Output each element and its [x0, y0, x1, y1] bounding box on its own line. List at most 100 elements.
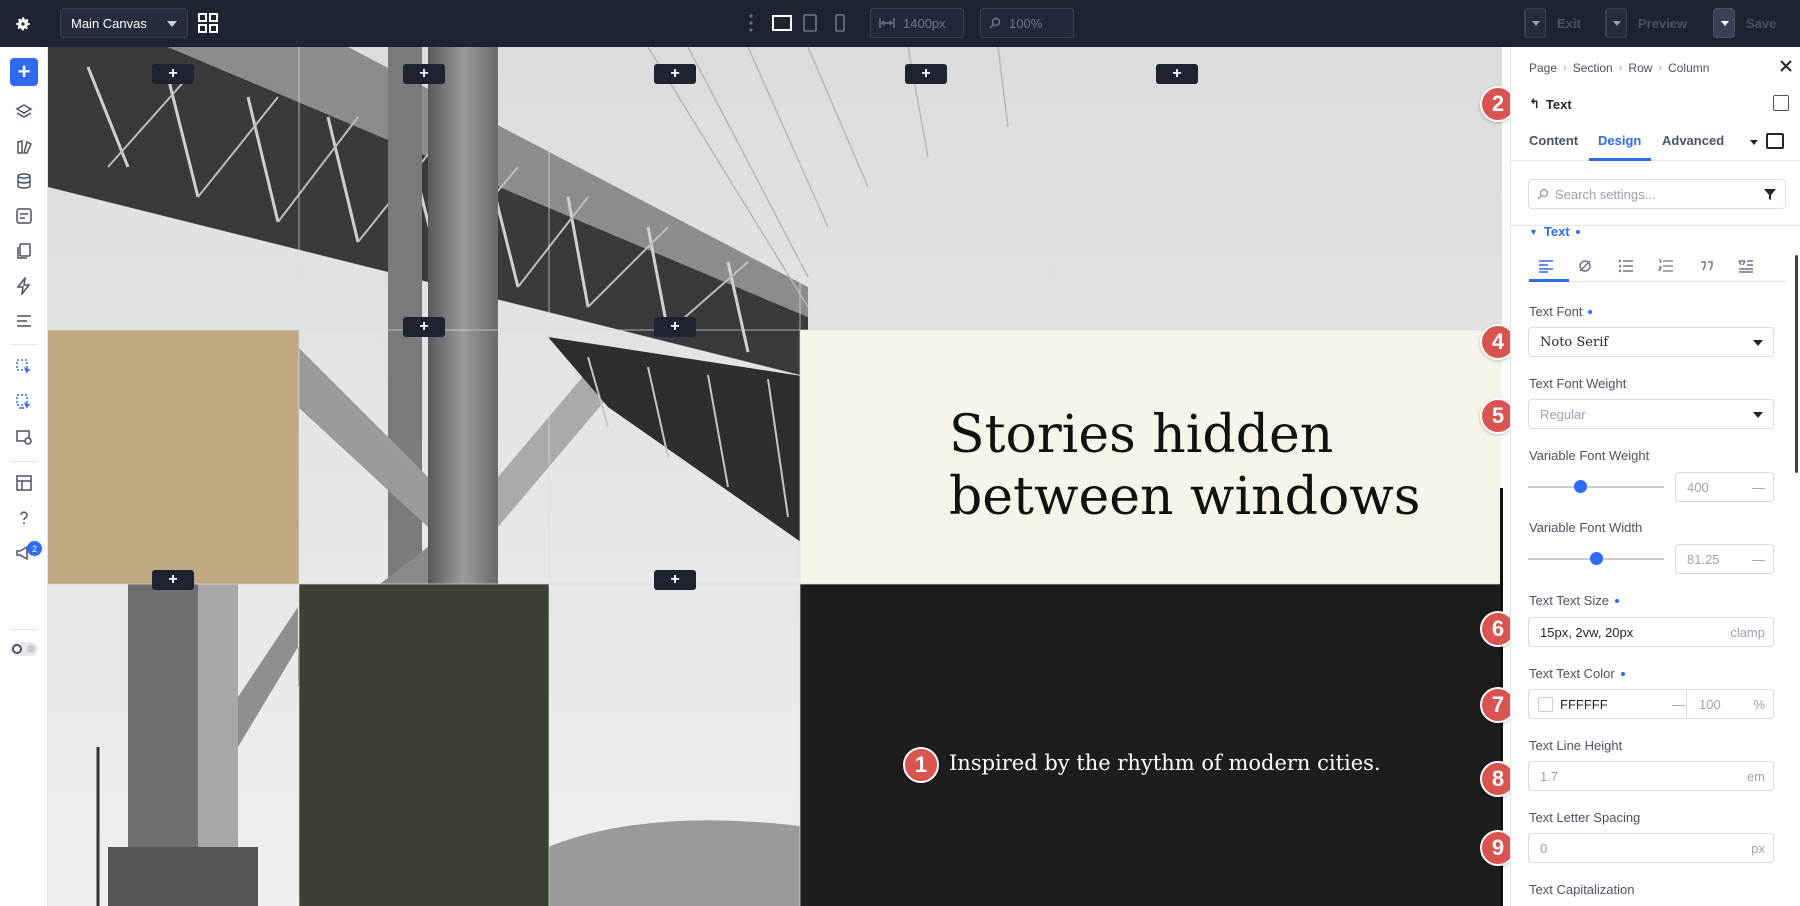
variable-weight-value: 400 — [1687, 479, 1709, 495]
color-opacity-value[interactable]: 100 — [1699, 697, 1721, 712]
field-label: Text Font Weight — [1529, 376, 1627, 391]
headline-text[interactable]: Stories hidden between windows — [949, 404, 1469, 528]
add-module-button[interactable]: + — [403, 64, 445, 84]
gear-icon[interactable] — [10, 11, 36, 37]
color-swatch[interactable] — [1538, 697, 1553, 712]
caret-down-icon: ▼ — [1529, 226, 1538, 237]
canvas-width-value: 1400px — [903, 15, 946, 31]
line-height-input[interactable]: 1.7 em — [1528, 761, 1774, 791]
color-opacity-unit: % — [1753, 697, 1765, 712]
bullet-list-icon[interactable] — [1612, 254, 1640, 278]
breadcrumb-item[interactable]: Row — [1628, 61, 1652, 75]
font-weight-select[interactable]: Regular — [1528, 399, 1774, 429]
add-module-button[interactable]: + — [654, 570, 696, 590]
toggle-knob — [12, 644, 22, 654]
text-group-header[interactable]: ▼ Text — [1529, 224, 1580, 239]
breadcrumb-item[interactable]: Page — [1529, 61, 1557, 75]
text-size-input[interactable]: 15px, 2vw, 20px clamp — [1528, 617, 1774, 647]
add-module-button[interactable]: + — [152, 64, 194, 84]
grid-icon[interactable] — [198, 13, 218, 33]
slider-thumb[interactable] — [1590, 552, 1603, 565]
tab-content[interactable]: Content — [1529, 133, 1578, 148]
chevron-down-icon[interactable] — [1750, 140, 1758, 145]
more-vertical-icon[interactable] — [748, 13, 754, 33]
body-text[interactable]: Inspired by the rhythm of modern cities. — [949, 751, 1381, 775]
chevron-right-icon: › — [1563, 62, 1567, 74]
active-subtab-indicator — [1529, 279, 1569, 282]
variable-width-label: Variable Font Width — [1529, 520, 1642, 535]
chevron-right-icon: › — [1618, 62, 1623, 74]
panel-options-icon[interactable] — [1773, 95, 1789, 111]
variable-width-input[interactable]: 81.25 — — [1675, 544, 1774, 574]
settings-tabs: Content Design Advanced — [1511, 125, 1800, 161]
text-size-unit[interactable]: clamp — [1730, 625, 1765, 640]
field-label: Variable Font Weight — [1529, 448, 1650, 463]
line-height-unit[interactable]: em — [1747, 769, 1765, 784]
unit-dash: — — [1752, 551, 1765, 567]
help-icon[interactable] — [12, 506, 36, 530]
zoom-field[interactable]: 100% — [980, 8, 1074, 38]
variable-width-slider[interactable] — [1528, 552, 1664, 565]
close-icon[interactable] — [1779, 59, 1793, 73]
canvas-width-field[interactable]: 1400px — [870, 8, 964, 38]
exit-dropdown-icon[interactable] — [1525, 9, 1545, 37]
add-module-button[interactable]: + — [654, 64, 696, 84]
responsive-icon[interactable] — [1766, 133, 1784, 149]
select-icon[interactable] — [12, 355, 36, 379]
settings-panel: Page › Section › Row › Column ↰ Text Con… — [1510, 47, 1800, 906]
text-color-input[interactable]: FFFFFF — 100 % — [1528, 689, 1774, 719]
breadcrumb-item[interactable]: Section — [1573, 61, 1613, 75]
lightning-icon[interactable] — [12, 274, 36, 298]
canvas-select[interactable]: Main Canvas — [60, 8, 188, 38]
quote-icon[interactable] — [1693, 254, 1721, 278]
exit-button[interactable]: Exit — [1524, 8, 1581, 38]
pages-icon[interactable] — [12, 239, 36, 263]
unit-dash: — — [1752, 479, 1765, 495]
preview-button[interactable]: Preview — [1605, 8, 1687, 38]
chevron-down-icon — [1753, 340, 1763, 346]
add-module-button[interactable]: + — [152, 570, 194, 590]
letter-spacing-unit[interactable]: px — [1751, 841, 1765, 856]
slider-thumb[interactable] — [1574, 480, 1587, 493]
letter-spacing-input[interactable]: 0 px — [1528, 833, 1774, 863]
add-element-button[interactable]: + — [10, 58, 38, 86]
variable-weight-input[interactable]: 400 — — [1675, 472, 1774, 502]
back-arrow-icon[interactable]: ↰ — [1529, 96, 1540, 112]
tab-design[interactable]: Design — [1598, 133, 1641, 148]
desktop-icon[interactable] — [770, 12, 794, 34]
tablet-icon[interactable] — [800, 12, 820, 34]
database-icon[interactable] — [12, 169, 36, 193]
add-module-button[interactable]: + — [1156, 64, 1198, 84]
theme-toggle[interactable] — [10, 642, 38, 656]
field-label: Text Letter Spacing — [1529, 810, 1641, 825]
preview-dropdown-icon[interactable] — [1606, 9, 1626, 37]
no-style-icon[interactable] — [1571, 254, 1599, 278]
align-left-icon[interactable] — [1532, 254, 1560, 278]
panel-scrollbar[interactable] — [1795, 255, 1798, 473]
save-button[interactable]: Save — [1713, 8, 1776, 38]
zoom-value: 100% — [1009, 15, 1043, 31]
layout-icon[interactable] — [12, 471, 36, 495]
add-module-button[interactable]: + — [403, 317, 445, 337]
numbered-list-icon[interactable] — [1652, 254, 1680, 278]
multi-select-icon[interactable] — [12, 390, 36, 414]
settings-layout-icon[interactable] — [12, 425, 36, 449]
text-columns-icon[interactable] — [1732, 254, 1760, 278]
add-module-button[interactable]: + — [654, 317, 696, 337]
filter-icon[interactable] — [1763, 187, 1777, 201]
layers-icon[interactable] — [12, 100, 36, 124]
variable-weight-slider[interactable] — [1528, 480, 1664, 493]
phone-icon[interactable] — [830, 12, 850, 34]
add-module-button[interactable]: + — [905, 64, 947, 84]
search-settings-input[interactable]: Search settings... — [1528, 179, 1786, 209]
field-label: Text Text Color — [1529, 666, 1615, 681]
text-font-select[interactable]: Noto Serif — [1528, 327, 1774, 357]
variable-width-value: 81.25 — [1687, 551, 1720, 567]
form-icon[interactable] — [12, 204, 36, 228]
list-icon[interactable] — [12, 309, 36, 333]
tab-advanced[interactable]: Advanced — [1662, 133, 1724, 148]
breadcrumb-item[interactable]: Column — [1668, 61, 1709, 75]
save-dropdown-icon[interactable] — [1714, 9, 1734, 37]
unit-dash: — — [1672, 697, 1685, 712]
style-icon[interactable] — [12, 135, 36, 159]
